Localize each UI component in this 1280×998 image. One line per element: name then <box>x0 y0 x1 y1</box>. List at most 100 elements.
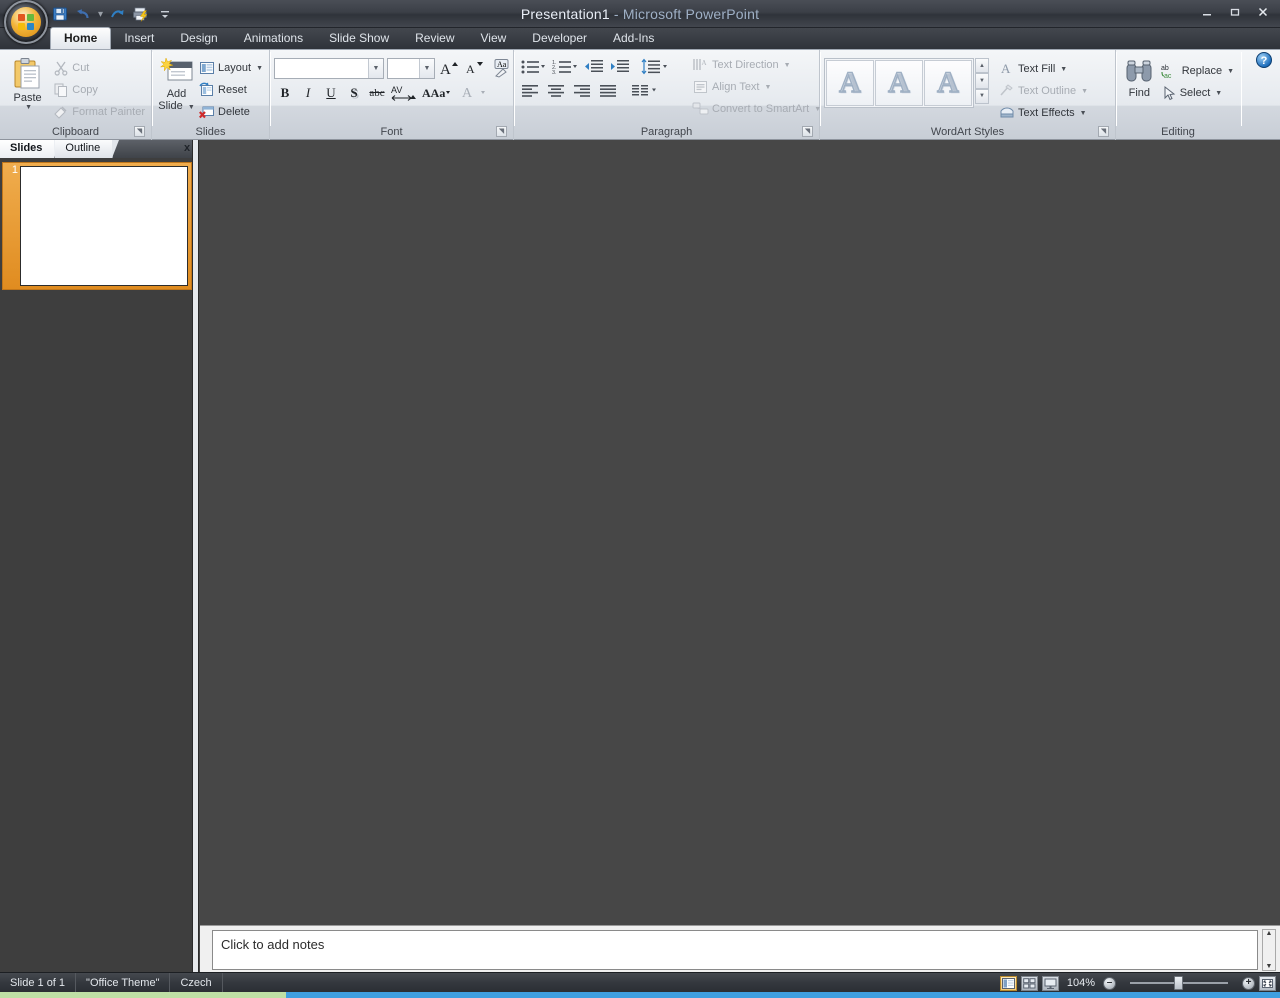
text-fill-button[interactable]: A Text Fill ▼ <box>997 58 1090 80</box>
quick-print-icon[interactable] <box>131 4 151 24</box>
tab-view[interactable]: View <box>468 28 520 49</box>
cut-button[interactable]: Cut <box>51 57 147 79</box>
zoom-level-label[interactable]: 104% <box>1063 977 1099 989</box>
paste-dropdown-icon[interactable]: ▼ <box>25 104 32 111</box>
slide-count-status[interactable]: Slide 1 of 1 <box>0 972 77 993</box>
os-taskbar[interactable] <box>0 992 1280 998</box>
layout-button[interactable]: Layout ▼ <box>197 57 265 79</box>
font-dialog-launcher[interactable]: ◥ <box>496 126 507 137</box>
text-shadow-button[interactable]: S <box>343 82 365 104</box>
justify-button[interactable] <box>596 80 620 102</box>
paste-button[interactable]: Paste ▼ <box>4 55 51 111</box>
notes-scroll-up-icon[interactable]: ▲ <box>1266 930 1273 937</box>
line-spacing-button[interactable] <box>638 56 670 78</box>
text-direction-button[interactable]: A Text Direction ▼ <box>690 54 816 76</box>
reset-button[interactable]: Reset <box>197 79 265 101</box>
taskbar-active-item[interactable] <box>0 992 286 998</box>
text-direction-dropdown-icon[interactable]: ▼ <box>784 62 791 69</box>
italic-button[interactable]: I <box>297 82 319 104</box>
wordart-style-3[interactable]: A <box>924 60 972 106</box>
decrease-indent-button[interactable] <box>582 56 606 78</box>
wordart-style-1[interactable]: A <box>826 60 874 106</box>
strikethrough-button[interactable]: abc <box>366 82 388 104</box>
select-dropdown-icon[interactable]: ▼ <box>1215 90 1222 97</box>
help-icon[interactable]: ? <box>1256 52 1272 68</box>
close-icon[interactable] <box>1250 2 1276 22</box>
increase-indent-button[interactable] <box>608 56 632 78</box>
wordart-gallery-more-icon[interactable]: ▼ <box>975 88 989 104</box>
font-size-dropdown-icon[interactable]: ▼ <box>419 58 434 78</box>
tab-review[interactable]: Review <box>402 28 467 49</box>
minimize-icon[interactable] <box>1194 2 1220 22</box>
add-slide-dropdown-icon[interactable]: ▼ <box>188 104 195 111</box>
delete-slide-button[interactable]: Delete <box>197 101 265 123</box>
align-text-dropdown-icon[interactable]: ▼ <box>765 84 772 91</box>
align-right-button[interactable] <box>570 80 594 102</box>
text-fill-dropdown-icon[interactable]: ▼ <box>1060 66 1067 73</box>
align-text-button[interactable]: Align Text ▼ <box>690 76 816 98</box>
normal-view-button[interactable] <box>999 975 1017 991</box>
tab-slides[interactable]: Slides <box>0 140 62 158</box>
underline-button[interactable]: U <box>320 82 342 104</box>
zoom-out-button[interactable]: – <box>1103 976 1116 990</box>
undo-icon[interactable] <box>74 4 94 24</box>
wordart-dialog-launcher[interactable]: ◥ <box>1098 126 1109 137</box>
character-spacing-button[interactable]: AV <box>389 82 419 104</box>
bold-button[interactable]: B <box>274 82 296 104</box>
notes-scroll-down-icon[interactable]: ▼ <box>1266 963 1273 970</box>
redo-icon[interactable] <box>107 4 127 24</box>
text-outline-button[interactable]: Text Outline ▼ <box>997 80 1090 102</box>
restore-icon[interactable] <box>1222 2 1248 22</box>
text-effects-dropdown-icon[interactable]: ▼ <box>1080 110 1087 117</box>
undo-dropdown-icon[interactable]: ▾ <box>98 9 103 20</box>
theme-status[interactable]: "Office Theme" <box>76 972 171 993</box>
paragraph-dialog-launcher[interactable]: ◥ <box>802 126 813 137</box>
wordart-scroll-up-icon[interactable]: ▲ <box>975 58 989 74</box>
copy-button[interactable]: Copy <box>51 79 147 101</box>
add-slide-button[interactable]: Add Slide ▼ <box>156 55 197 114</box>
font-color-button[interactable]: A <box>459 82 489 104</box>
font-size-input[interactable]: ▼ <box>387 57 435 79</box>
bullets-button[interactable] <box>518 56 548 78</box>
notes-input[interactable]: Click to add notes <box>212 930 1258 970</box>
columns-button[interactable] <box>628 80 660 102</box>
fit-to-window-button[interactable] <box>1259 975 1276 991</box>
language-status[interactable]: Czech <box>170 972 223 993</box>
wordart-style-2[interactable]: A <box>875 60 923 106</box>
shrink-font-button[interactable]: A <box>463 57 485 79</box>
replace-dropdown-icon[interactable]: ▼ <box>1227 68 1234 75</box>
align-left-button[interactable] <box>518 80 542 102</box>
tab-animations[interactable]: Animations <box>231 28 316 49</box>
slides-pane-scrollbar[interactable] <box>192 140 199 972</box>
tab-developer[interactable]: Developer <box>519 28 600 49</box>
slide-sorter-view-button[interactable] <box>1020 975 1038 991</box>
slide-thumbnail-canvas[interactable] <box>20 166 188 286</box>
slide-show-view-button[interactable] <box>1041 975 1059 991</box>
tab-outline[interactable]: Outline <box>55 140 120 158</box>
save-icon[interactable] <box>50 4 70 24</box>
wordart-gallery[interactable]: A A A <box>824 58 974 108</box>
layout-dropdown-icon[interactable]: ▼ <box>256 65 263 72</box>
text-outline-dropdown-icon[interactable]: ▼ <box>1081 88 1088 95</box>
zoom-slider-handle[interactable] <box>1174 976 1183 990</box>
zoom-in-button[interactable]: + <box>1242 976 1255 990</box>
tab-insert[interactable]: Insert <box>111 28 167 49</box>
font-name-input[interactable]: ▼ <box>274 57 384 79</box>
replace-button[interactable]: ab ac Replace ▼ <box>1159 60 1236 82</box>
change-case-button[interactable]: AAa <box>420 82 454 104</box>
format-painter-button[interactable]: Format Painter <box>51 101 147 123</box>
font-name-dropdown-icon[interactable]: ▼ <box>368 58 383 78</box>
tab-home[interactable]: Home <box>50 27 112 49</box>
office-button[interactable] <box>4 0 48 44</box>
grow-font-button[interactable]: A <box>438 57 460 79</box>
tab-add-ins[interactable]: Add-Ins <box>600 28 667 49</box>
zoom-slider[interactable] <box>1120 976 1238 990</box>
wordart-gallery-scroll[interactable]: ▲ ▼ ▼ <box>975 58 989 104</box>
clear-formatting-button[interactable]: Aa <box>492 57 514 79</box>
clipboard-dialog-launcher[interactable]: ◥ <box>134 126 145 137</box>
convert-to-smartart-button[interactable]: Convert to SmartArt ▼ <box>690 98 821 120</box>
tab-slide-show[interactable]: Slide Show <box>316 28 402 49</box>
wordart-scroll-down-icon[interactable]: ▼ <box>975 73 989 89</box>
select-button[interactable]: Select ▼ <box>1159 82 1236 104</box>
align-center-button[interactable] <box>544 80 568 102</box>
